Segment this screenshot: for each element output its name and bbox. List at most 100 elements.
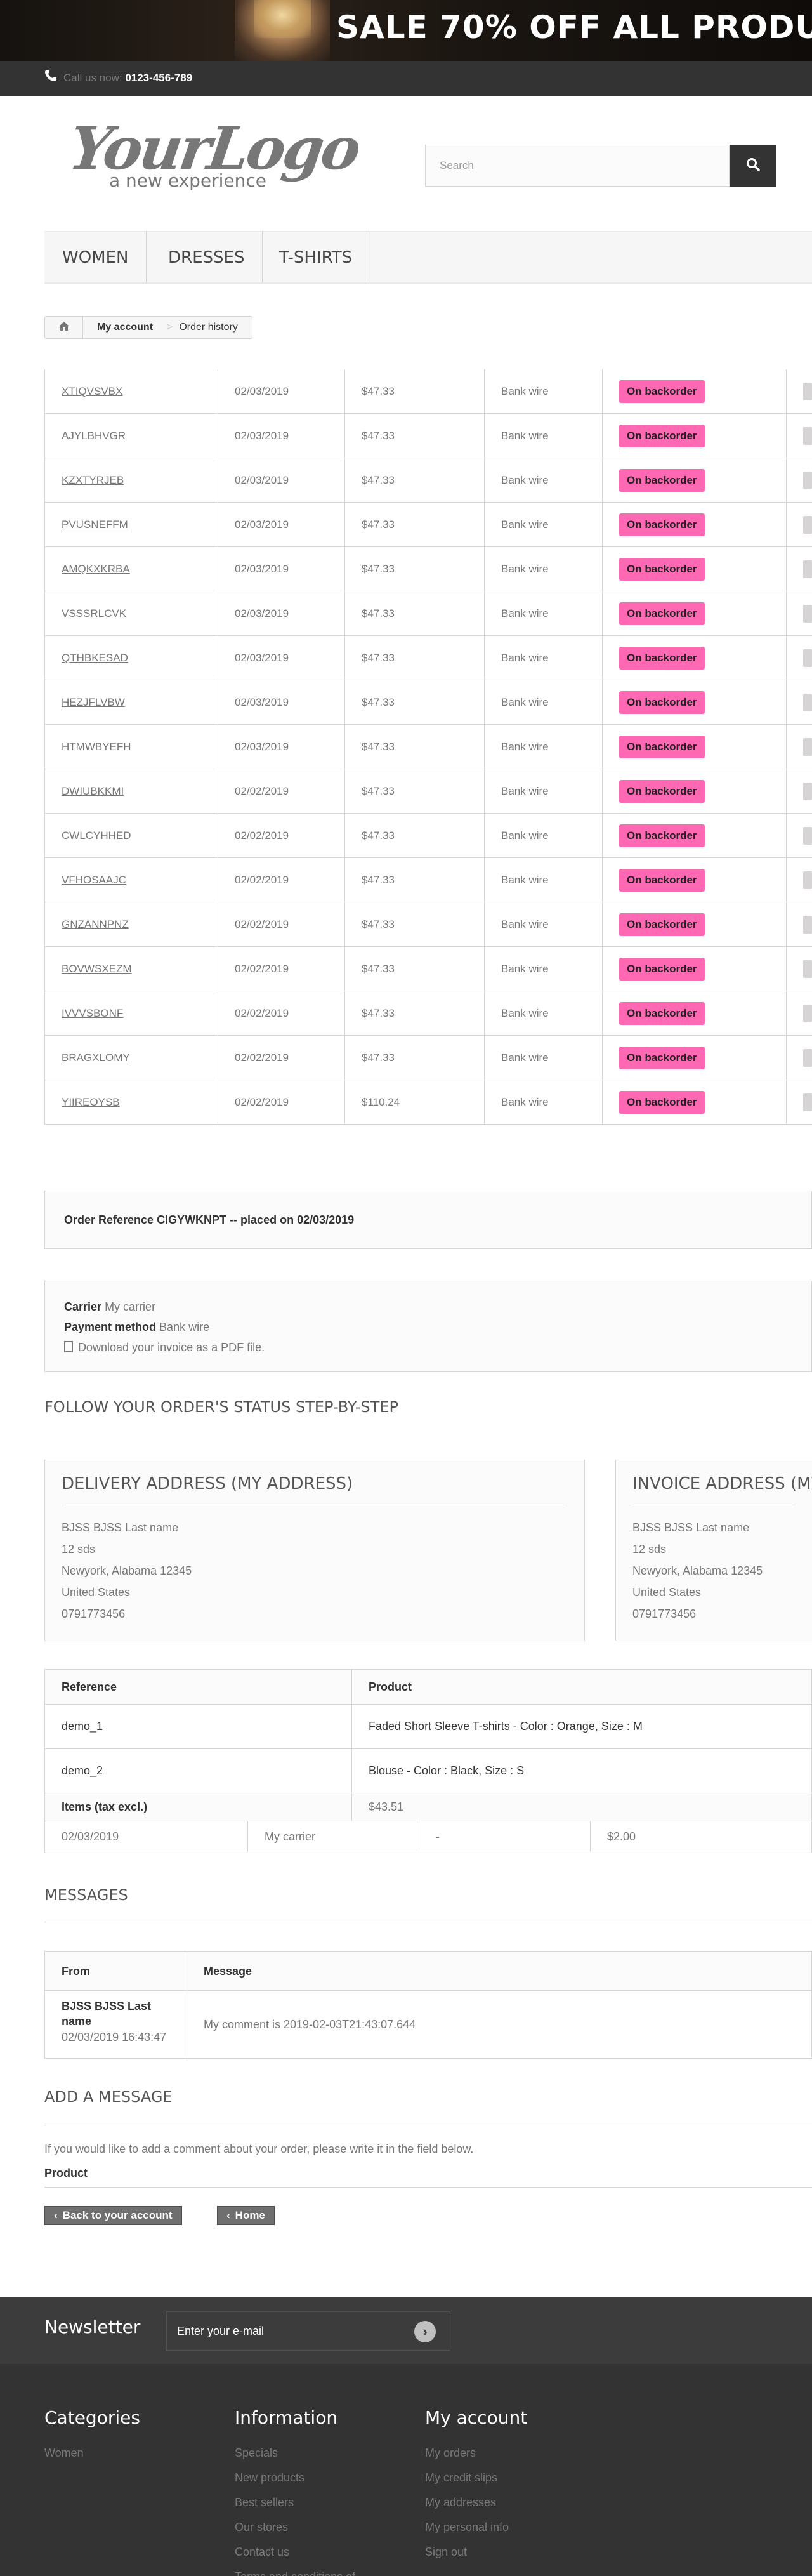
order-date-cell: 02/03/2019 [218,680,345,725]
order-reference-link-cell[interactable]: YIIREOYSB [44,1080,218,1125]
promo-banner[interactable]: SALE 70% OFF ALL PRODUCTS [0,0,812,61]
shipping-row: 02/03/2019 My carrier - $2.00 [44,1821,812,1853]
order-reference-link-cell[interactable]: PVUSNEFFM [44,503,218,547]
order-reference-link[interactable]: IVVVSBONF [62,1007,123,1020]
order-invoice-cell[interactable] [787,369,812,414]
order-reference-link-cell[interactable]: HEZJFLVBW [44,680,218,725]
search-input[interactable] [426,145,730,186]
order-invoice-cell[interactable] [787,503,812,547]
order-reference-link[interactable]: HEZJFLVBW [62,696,125,709]
menu-item-t-shirts[interactable]: T-SHIRTS [261,232,371,283]
order-invoice-cell[interactable] [787,414,812,458]
order-invoice-cell[interactable] [787,1080,812,1125]
order-status: On backorder [619,558,705,581]
order-invoice-cell[interactable] [787,636,812,680]
order-status: On backorder [619,869,705,892]
order-reference-link-cell[interactable]: BRAGXLOMY [44,1036,218,1080]
footer-link[interactable]: My orders [425,2441,527,2466]
order-reference-link[interactable]: VSSSRLCVK [62,607,126,620]
order-invoice-cell[interactable] [787,680,812,725]
menu-item-women[interactable]: WOMEN [44,232,147,283]
delivery-address-line: 12 sds [62,1543,96,1556]
order-reference-link[interactable]: BOVWSXEZM [62,963,132,975]
order-invoice-cell[interactable] [787,769,812,814]
footer-categories-title: Categories [44,2407,140,2428]
order-date: 02/03/2019 [235,385,289,397]
footer-link[interactable]: Best sellers [235,2490,355,2515]
order-reference-link-cell[interactable]: VFHOSAAJC [44,858,218,902]
back-to-account-button[interactable]: ‹ Back to your account [44,2206,182,2225]
product-select-field[interactable] [44,2187,812,2188]
newsletter-submit-button[interactable]: › [414,2321,436,2342]
site-logo[interactable]: YourLogo a new experience [65,114,362,197]
order-reference-link-cell[interactable]: AMQKXKRBA [44,547,218,591]
footer-link[interactable]: Sign out [425,2540,527,2565]
items-total-row: Items (tax excl.) $43.51 [44,1793,812,1821]
menu-item-dresses[interactable]: DRESSES [150,232,263,283]
order-reference-link-cell[interactable]: HTMWBYEFH [44,725,218,769]
order-reference-link[interactable]: QTHBKESAD [62,652,128,664]
order-status: On backorder [619,780,705,803]
footer-link[interactable]: My addresses [425,2490,527,2515]
breadcrumb-my-account[interactable]: My account [83,322,167,333]
order-payment-method: Bank wire [501,652,549,664]
footer-link[interactable]: Specials [235,2441,355,2466]
order-invoice-cell[interactable] [787,814,812,858]
order-reference-link-cell[interactable]: QTHBKESAD [44,636,218,680]
footer-link[interactable]: Our stores [235,2515,355,2540]
order-date: 02/02/2019 [235,1052,289,1064]
order-date: 02/03/2019 [235,607,289,619]
order-reference-link[interactable]: GNZANNPNZ [62,918,129,931]
search-button[interactable] [730,145,776,187]
order-reference-link[interactable]: AJYLBHVGR [62,430,126,442]
order-invoice-cell[interactable] [787,902,812,947]
order-reference-link[interactable]: HTMWBYEFH [62,741,131,753]
order-reference-link[interactable]: PVUSNEFFM [62,519,128,531]
order-payment-method: Bank wire [501,1096,549,1108]
footer-link[interactable]: Terms and conditions of [235,2565,355,2576]
order-invoice-cell[interactable] [787,1036,812,1080]
order-reference-link-cell[interactable]: DWIUBKKMI [44,769,218,814]
footer-link[interactable]: New products [235,2466,355,2490]
order-reference-link[interactable]: KZXTYRJEB [62,474,124,487]
footer-link[interactable]: Contact us [235,2540,355,2565]
breadcrumb-home[interactable] [45,317,83,338]
order-status-cell: On backorder [603,947,787,991]
order-reference-link[interactable]: XTIQVSVBX [62,385,122,398]
order-reference-link[interactable]: AMQKXKRBA [62,563,130,576]
order-reference-link[interactable]: BRAGXLOMY [62,1052,130,1064]
order-reference-link[interactable]: YIIREOYSB [62,1096,120,1109]
order-reference-link[interactable]: VFHOSAAJC [62,874,126,887]
footer-link[interactable]: My personal info [425,2515,527,2540]
order-row: VFHOSAAJC 02/02/2019 $47.33 Bank wire On bac… [44,858,812,902]
breadcrumb: My account > Order history [44,316,252,339]
order-payment-method: Bank wire [501,474,549,486]
home-button[interactable]: ‹ Home [217,2206,275,2225]
order-reference-link[interactable]: DWIUBKKMI [62,785,124,798]
order-payment-method: Bank wire [501,741,549,753]
invoice-download-link[interactable]: Download your invoice as a PDF file. [64,1337,792,1357]
order-reference-link-cell[interactable]: AJYLBHVGR [44,414,218,458]
footer-link[interactable]: Women [44,2441,140,2466]
order-invoice-cell[interactable] [787,725,812,769]
order-invoice-cell[interactable] [787,591,812,636]
footer-link[interactable]: My credit slips [425,2466,527,2490]
order-reference-link-cell[interactable]: XTIQVSVBX [44,369,218,414]
order-total-price-cell: $47.33 [345,991,485,1036]
order-reference-link-cell[interactable]: GNZANNPNZ [44,902,218,947]
order-reference-link-cell[interactable]: BOVWSXEZM [44,947,218,991]
newsletter-email-input[interactable] [167,2312,408,2350]
order-invoice-cell[interactable] [787,947,812,991]
order-reference-link-cell[interactable]: KZXTYRJEB [44,458,218,503]
order-invoice-cell[interactable] [787,458,812,503]
order-invoice-cell[interactable] [787,547,812,591]
order-row: PVUSNEFFM 02/03/2019 $47.33 Bank wire On bac… [44,503,812,547]
order-date: 02/03/2019 [235,696,289,708]
order-reference-link-cell[interactable]: VSSSRLCVK [44,591,218,636]
order-invoice-cell[interactable] [787,858,812,902]
order-total-price: $47.33 [362,918,395,930]
order-reference-link-cell[interactable]: IVVVSBONF [44,991,218,1036]
order-reference-link[interactable]: CWLCYHHED [62,829,131,842]
order-reference-link-cell[interactable]: CWLCYHHED [44,814,218,858]
order-invoice-cell[interactable] [787,991,812,1036]
